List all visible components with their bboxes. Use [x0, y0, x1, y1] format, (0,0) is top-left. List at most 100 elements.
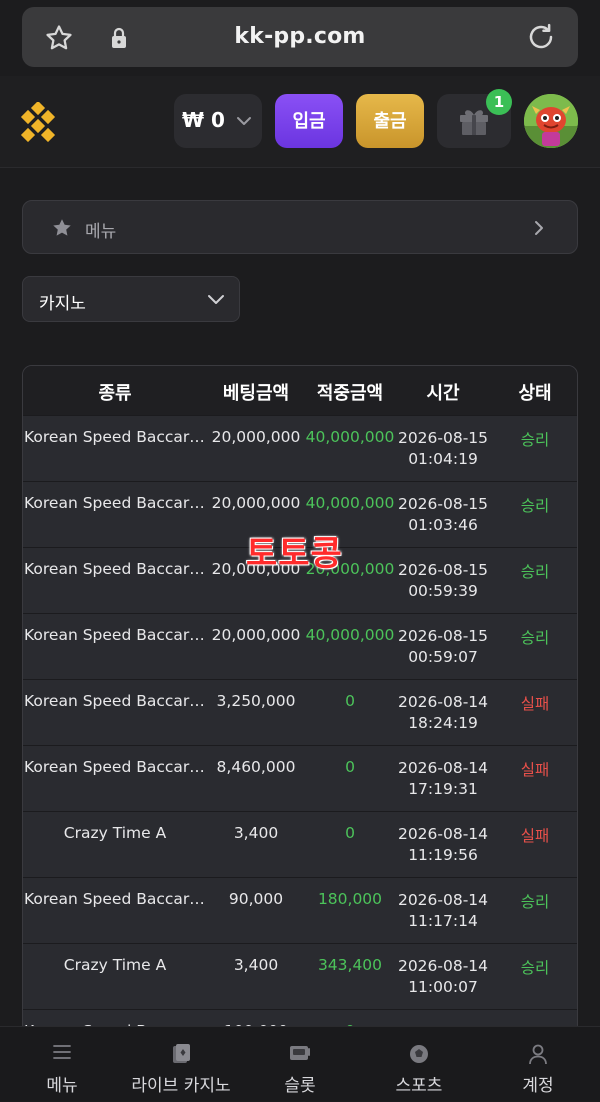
bet-amount-cell: 20,000,000	[211, 494, 301, 512]
bet-amount-cell: 3,250,000	[216, 692, 296, 710]
status-cell: 승리	[520, 563, 550, 581]
balance-dropdown[interactable]: ₩ 0	[174, 94, 262, 148]
chevron-right-icon	[535, 221, 543, 235]
browser-chrome: kk-pp.com	[0, 0, 600, 76]
column-header-type: 종류	[98, 383, 132, 404]
watermark-text: 토토콩	[246, 534, 343, 574]
character-avatar-icon	[524, 94, 578, 148]
menu-accordion[interactable]: 메뉴	[22, 200, 578, 254]
date-text: 2026-08-15	[397, 429, 489, 447]
nav-label: 라이브 카지노	[131, 1076, 231, 1096]
date-text: 2026-08-14	[397, 693, 489, 711]
game-type-cell: Korean Speed Baccarat A	[24, 692, 207, 710]
nav-menu[interactable]: 메뉴	[20, 1027, 104, 1102]
bet-history-table: 종류 베팅금액 적중금액 시간 상태 Korean Speed Baccarat…	[22, 365, 578, 1035]
win-amount-cell: 40,000,000	[305, 626, 395, 644]
clock-text: 00:59:07	[408, 648, 478, 666]
nav-label: 스포츠	[395, 1076, 443, 1096]
table-row[interactable]: Crazy Time A 3,400 343,400 2026-08-14 11:00:…	[23, 943, 577, 1009]
bet-amount-cell: 3,400	[233, 956, 279, 974]
status-cell: 실패	[520, 761, 550, 779]
table-row[interactable]: Korean Speed Baccarat A 90,000 180,000 2026…	[23, 877, 577, 943]
menu-icon	[53, 1045, 71, 1059]
bet-amount-cell: 3,400	[233, 824, 279, 842]
avatar[interactable]	[524, 94, 578, 148]
clock-text: 11:19:56	[408, 846, 478, 864]
column-header-time: 시간	[426, 383, 460, 404]
nav-account[interactable]: 계정	[500, 1027, 576, 1102]
game-type-cell: Korean Speed Baccarat A	[24, 758, 207, 776]
win-amount-cell: 40,000,000	[305, 494, 395, 512]
category-select[interactable]: 카지노	[22, 276, 240, 322]
table-row[interactable]: Korean Speed Baccarat A 20,000,000 40,000,…	[23, 613, 577, 679]
nav-slot[interactable]: 슬롯	[262, 1027, 338, 1102]
bottom-nav: 메뉴 라이브 카지노 슬롯 스포츠 계정	[0, 1026, 600, 1101]
time-cell: 2026-08-14 18:24:19	[395, 692, 491, 734]
date-text: 2026-08-14	[397, 957, 489, 975]
deposit-button[interactable]: 입금	[275, 94, 343, 148]
clock-text: 17:19:31	[408, 780, 478, 798]
site-header: ₩ 0 입금 출금 1	[0, 76, 600, 168]
table-row[interactable]: Crazy Time A 3,400 0 2026-08-14 11:19:56 실패	[23, 811, 577, 877]
status-cell: 승리	[520, 431, 550, 449]
chevron-down-icon	[237, 117, 251, 125]
balance-amount: ₩ 0	[182, 108, 225, 132]
win-amount-cell: 40,000,000	[305, 428, 395, 446]
nav-sports[interactable]: 스포츠	[380, 1027, 458, 1102]
clock-text: 00:59:39	[408, 582, 478, 600]
bet-amount-cell: 8,460,000	[216, 758, 296, 776]
date-text: 2026-08-14	[397, 759, 489, 777]
game-type-cell: Korean Speed Baccarat A	[24, 494, 207, 512]
date-text: 2026-08-14	[397, 825, 489, 843]
nav-label: 슬롯	[284, 1076, 316, 1096]
column-header-status: 상태	[518, 383, 552, 404]
table-row[interactable]: Korean Speed Baccarat A 8,460,000 0 2026-08…	[23, 745, 577, 811]
ball-icon	[410, 1045, 428, 1063]
win-amount-cell: 0	[345, 758, 355, 776]
nav-live-casino[interactable]: 라이브 카지노	[120, 1027, 242, 1102]
clock-text: 11:00:07	[408, 978, 478, 996]
game-type-cell: Korean Speed Baccarat A	[24, 626, 207, 644]
nav-label: 계정	[522, 1076, 554, 1096]
clock-text: 18:24:19	[408, 714, 478, 732]
clock-text: 01:04:19	[408, 450, 478, 468]
game-type-cell: Korean Speed Baccarat A	[24, 890, 207, 908]
menu-label: 메뉴	[85, 222, 117, 242]
bet-amount-cell: 90,000	[228, 890, 284, 908]
logo-icon[interactable]	[20, 102, 56, 142]
column-header-bet: 베팅금액	[222, 383, 290, 404]
nav-label: 메뉴	[46, 1076, 78, 1096]
status-cell: 승리	[520, 629, 550, 647]
date-text: 2026-08-15	[397, 495, 489, 513]
status-cell: 승리	[520, 893, 550, 911]
gift-icon	[460, 110, 488, 135]
time-cell: 2026-08-14 17:19:31	[395, 758, 491, 800]
game-type-cell: Crazy Time A	[63, 824, 167, 842]
chevron-down-icon	[208, 295, 224, 304]
notification-badge: 1	[486, 89, 512, 115]
time-cell: 2026-08-14 11:17:14	[395, 890, 491, 932]
win-amount-cell: 343,400	[317, 956, 383, 974]
time-cell: 2026-08-15 00:59:39	[395, 560, 491, 602]
withdraw-button[interactable]: 출금	[356, 94, 424, 148]
game-type-cell: Crazy Time A	[63, 956, 167, 974]
cards-icon	[173, 1044, 190, 1063]
table-row[interactable]: Korean Speed Baccarat A 3,250,000 0 2026-08…	[23, 679, 577, 745]
star-icon	[53, 219, 71, 236]
date-text: 2026-08-15	[397, 627, 489, 645]
status-cell: 실패	[520, 827, 550, 845]
time-cell: 2026-08-15 01:04:19	[395, 428, 491, 470]
time-cell: 2026-08-14 11:00:07	[395, 956, 491, 998]
reload-icon[interactable]	[526, 22, 556, 52]
status-cell: 실패	[520, 695, 550, 713]
game-type-cell: Korean Speed Baccarat A	[24, 428, 207, 446]
date-text: 2026-08-15	[397, 561, 489, 579]
status-cell: 승리	[520, 959, 550, 977]
address-bar[interactable]: kk-pp.com	[22, 7, 578, 67]
clock-text: 11:17:14	[408, 912, 478, 930]
clock-text: 01:03:46	[408, 516, 478, 534]
url-text[interactable]: kk-pp.com	[22, 24, 578, 49]
bet-amount-cell: 20,000,000	[211, 428, 301, 446]
win-amount-cell: 0	[345, 692, 355, 710]
table-row[interactable]: Korean Speed Baccarat A 20,000,000 40,000,…	[23, 415, 577, 481]
